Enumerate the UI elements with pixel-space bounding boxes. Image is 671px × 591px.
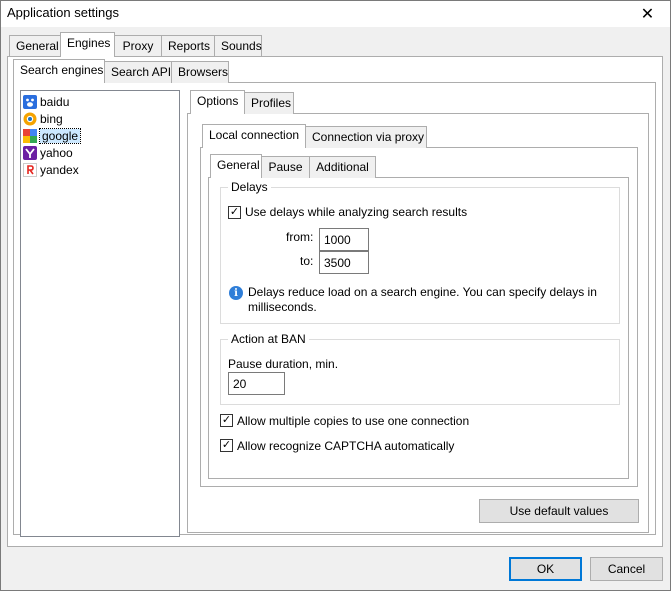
bing-icon	[23, 112, 37, 126]
tab-sub-general[interactable]: General	[210, 154, 262, 178]
list-item-label: baidu	[40, 94, 70, 109]
multiple-copies-label: Allow multiple copies to use one connect…	[237, 414, 470, 428]
list-item-label: yahoo	[40, 145, 73, 160]
tab-connection-via-proxy[interactable]: Connection via proxy	[305, 126, 427, 148]
close-button[interactable]: ✕	[625, 1, 670, 27]
multiple-copies-checkbox[interactable]: ✓	[220, 414, 233, 427]
tab-pause[interactable]: Pause	[261, 156, 310, 178]
cancel-button[interactable]: Cancel	[590, 557, 663, 581]
list-item[interactable]: yandex	[23, 161, 119, 178]
tab-sounds[interactable]: Sounds	[214, 35, 262, 57]
google-icon	[23, 128, 37, 143]
list-item[interactable]: yahoo	[23, 144, 119, 161]
delays-group-label: Delays	[228, 180, 271, 194]
tab-local-connection[interactable]: Local connection	[202, 124, 306, 148]
delays-info-text-1: Delays reduce load on a search engine. Y…	[248, 285, 597, 299]
tab-proxy[interactable]: Proxy	[114, 35, 162, 57]
list-item[interactable]: bing	[23, 110, 119, 127]
window-title: Application settings	[7, 5, 120, 20]
captcha-label: Allow recognize CAPTCHA automatically	[237, 439, 455, 453]
from-label: from:	[286, 230, 314, 244]
pause-duration-input[interactable]	[228, 372, 285, 395]
checkmark-icon: ✓	[221, 414, 232, 426]
use-default-values-button[interactable]: Use default values	[479, 499, 639, 523]
to-input[interactable]	[319, 251, 369, 274]
from-input[interactable]	[319, 228, 369, 251]
yandex-icon	[23, 162, 37, 177]
ban-group-label: Action at BAN	[228, 332, 309, 346]
pause-duration-label: Pause duration, min.	[228, 357, 339, 371]
use-delays-label: Use delays while analyzing search result…	[245, 205, 468, 219]
tab-profiles[interactable]: Profiles	[244, 92, 294, 114]
info-icon: i	[229, 286, 243, 300]
delays-info-text-2: milliseconds.	[248, 300, 317, 314]
tab-search-engines[interactable]: Search engines	[13, 59, 105, 83]
tab-search-api[interactable]: Search API	[104, 61, 172, 83]
use-delays-checkbox[interactable]: ✓	[228, 206, 241, 219]
yahoo-icon	[23, 145, 37, 160]
checkmark-icon: ✓	[221, 439, 232, 451]
baidu-icon	[23, 94, 37, 109]
list-item[interactable]: baidu	[23, 93, 119, 110]
list-item-label: yandex	[40, 162, 79, 177]
tab-engines[interactable]: Engines	[60, 32, 115, 57]
ok-button[interactable]: OK	[509, 557, 582, 581]
captcha-checkbox[interactable]: ✓	[220, 439, 233, 452]
tab-general[interactable]: General	[9, 35, 61, 57]
tab-reports[interactable]: Reports	[161, 35, 215, 57]
tab-additional[interactable]: Additional	[309, 156, 376, 178]
checkmark-icon: ✓	[229, 206, 240, 218]
engines-listbox[interactable]: baidu bing google yahoo yandex	[20, 90, 180, 537]
list-item[interactable]: google	[23, 127, 119, 144]
list-item-label: bing	[40, 111, 63, 126]
list-item-label: google	[38, 127, 82, 144]
tab-options[interactable]: Options	[190, 90, 245, 114]
close-icon: ✕	[640, 6, 655, 23]
to-label: to:	[300, 254, 314, 268]
tab-browsers[interactable]: Browsers	[171, 61, 229, 83]
